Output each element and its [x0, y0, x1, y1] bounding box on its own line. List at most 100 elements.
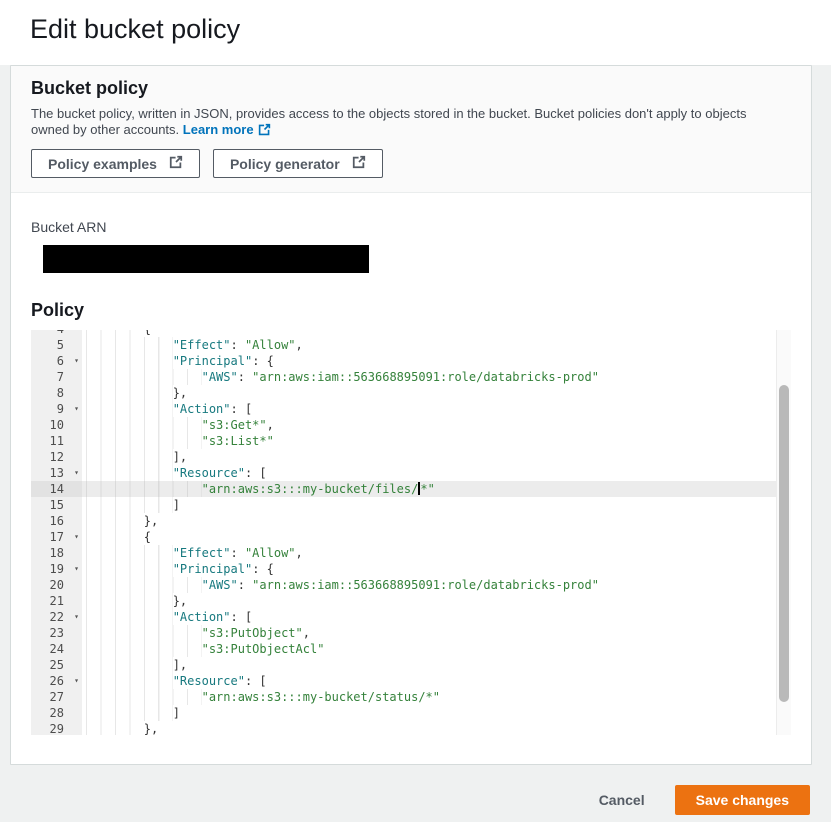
- policy-examples-button[interactable]: Policy examples: [31, 149, 200, 178]
- code-line: 13▾ "Resource": [: [31, 465, 791, 481]
- save-changes-button[interactable]: Save changes: [675, 785, 810, 815]
- line-number: 12: [31, 449, 82, 465]
- code-line: 25 ],: [31, 657, 791, 673]
- line-number: 14: [31, 481, 82, 497]
- code-line-content: "s3:List*": [82, 433, 791, 449]
- code-line: 10 "s3:Get*",: [31, 417, 791, 433]
- line-number: 26▾: [31, 673, 82, 689]
- fold-toggle-icon[interactable]: ▾: [74, 401, 79, 417]
- code-line: 26▾ "Resource": [: [31, 673, 791, 689]
- line-number: 29: [31, 721, 82, 735]
- fold-toggle-icon[interactable]: ▾: [74, 465, 79, 481]
- code-line: 20 "AWS": "arn:aws:iam::563668895091:rol…: [31, 577, 791, 593]
- line-number: 28: [31, 705, 82, 721]
- cancel-button[interactable]: Cancel: [599, 792, 645, 808]
- code-line: 9▾ "Action": [: [31, 401, 791, 417]
- fold-toggle-icon[interactable]: ▾: [74, 673, 79, 689]
- line-number: 9▾: [31, 401, 82, 417]
- code-line: 21 },: [31, 593, 791, 609]
- code-line: 19▾ "Principal": {: [31, 561, 791, 577]
- line-number: 18: [31, 545, 82, 561]
- code-line-content: "s3:Get*",: [82, 417, 791, 433]
- code-lines-container: 4 {5 "Effect": "Allow",6▾ "Principal": {…: [31, 330, 791, 735]
- code-line-content: ]: [82, 497, 791, 513]
- code-line-content: "AWS": "arn:aws:iam::563668895091:role/d…: [82, 369, 791, 385]
- card-description: The bucket policy, written in JSON, prov…: [31, 106, 773, 140]
- code-line-content: "Principal": {: [82, 561, 791, 577]
- code-line-content: {: [82, 529, 791, 545]
- description-text: The bucket policy, written in JSON, prov…: [31, 106, 746, 137]
- code-line-content: "arn:aws:s3:::my-bucket/status/*": [82, 689, 791, 705]
- policy-examples-label: Policy examples: [48, 156, 157, 172]
- line-number: 6▾: [31, 353, 82, 369]
- fold-toggle-icon[interactable]: ▾: [74, 529, 79, 545]
- code-line: 23 "s3:PutObject",: [31, 625, 791, 641]
- line-number: 22▾: [31, 609, 82, 625]
- line-number: 24: [31, 641, 82, 657]
- code-line: 11 "s3:List*": [31, 433, 791, 449]
- line-number: 4: [31, 330, 82, 337]
- footer-actions: Cancel Save changes: [0, 785, 810, 815]
- line-number: 25: [31, 657, 82, 673]
- line-number: 16: [31, 513, 82, 529]
- code-line: 24 "s3:PutObjectAcl": [31, 641, 791, 657]
- editor-scrollbar-thumb[interactable]: [779, 385, 789, 702]
- code-line-content: ]: [82, 705, 791, 721]
- code-line-content: },: [82, 385, 791, 401]
- external-link-icon: [352, 155, 366, 172]
- code-line-content: "Resource": [: [82, 673, 791, 689]
- code-line-content: "s3:PutObjectAcl": [82, 641, 791, 657]
- code-line-content: "Principal": {: [82, 353, 791, 369]
- learn-more-label: Learn more: [183, 122, 254, 137]
- line-number: 20: [31, 577, 82, 593]
- code-line-content: {: [82, 330, 791, 337]
- policy-generator-label: Policy generator: [230, 156, 340, 172]
- code-line-content: "AWS": "arn:aws:iam::563668895091:role/d…: [82, 577, 791, 593]
- fold-toggle-icon[interactable]: ▾: [74, 561, 79, 577]
- fold-toggle-icon[interactable]: ▾: [74, 609, 79, 625]
- code-line: 22▾ "Action": [: [31, 609, 791, 625]
- policy-code-editor[interactable]: 4 {5 "Effect": "Allow",6▾ "Principal": {…: [31, 330, 791, 735]
- external-link-icon: [258, 123, 271, 140]
- code-line-content: ],: [82, 449, 791, 465]
- line-number: 19▾: [31, 561, 82, 577]
- fold-toggle-icon[interactable]: ▾: [74, 353, 79, 369]
- page-header: Edit bucket policy: [0, 0, 831, 65]
- policy-heading: Policy: [31, 300, 791, 321]
- page-title: Edit bucket policy: [30, 14, 831, 45]
- code-line: 16 },: [31, 513, 791, 529]
- code-line: 27 "arn:aws:s3:::my-bucket/status/*": [31, 689, 791, 705]
- code-line: 17▾ {: [31, 529, 791, 545]
- code-line-content: },: [82, 593, 791, 609]
- line-number: 10: [31, 417, 82, 433]
- code-line-content: ],: [82, 657, 791, 673]
- code-line-content: "arn:aws:s3:::my-bucket/files/*": [82, 481, 791, 497]
- line-number: 5: [31, 337, 82, 353]
- code-line: 6▾ "Principal": {: [31, 353, 791, 369]
- line-number: 21: [31, 593, 82, 609]
- code-line-content: "s3:PutObject",: [82, 625, 791, 641]
- code-line: 14 "arn:aws:s3:::my-bucket/files/*": [31, 481, 791, 497]
- line-number: 13▾: [31, 465, 82, 481]
- code-line-content: },: [82, 513, 791, 529]
- code-line: 18 "Effect": "Allow",: [31, 545, 791, 561]
- bucket-policy-card-body: Bucket ARN Policy 4 {5 "Effect": "Allow"…: [11, 193, 811, 764]
- code-line: 12 ],: [31, 449, 791, 465]
- code-line: 7 "AWS": "arn:aws:iam::563668895091:role…: [31, 369, 791, 385]
- code-line: 15 ]: [31, 497, 791, 513]
- learn-more-link[interactable]: Learn more: [183, 122, 271, 137]
- line-number: 27: [31, 689, 82, 705]
- header-buttons-row: Policy examples Policy generator: [31, 149, 791, 178]
- code-line: 8 },: [31, 385, 791, 401]
- bucket-arn-value-redacted: [43, 245, 369, 273]
- line-number: 8: [31, 385, 82, 401]
- code-line-content: "Resource": [: [82, 465, 791, 481]
- editor-scrollbar[interactable]: [776, 330, 791, 735]
- code-line-content: },: [82, 721, 791, 735]
- code-line: 29 },: [31, 721, 791, 735]
- external-link-icon: [169, 155, 183, 172]
- line-number: 7: [31, 369, 82, 385]
- bucket-policy-card-header: Bucket policy The bucket policy, written…: [11, 66, 811, 193]
- code-line-content: "Action": [: [82, 401, 791, 417]
- policy-generator-button[interactable]: Policy generator: [213, 149, 383, 178]
